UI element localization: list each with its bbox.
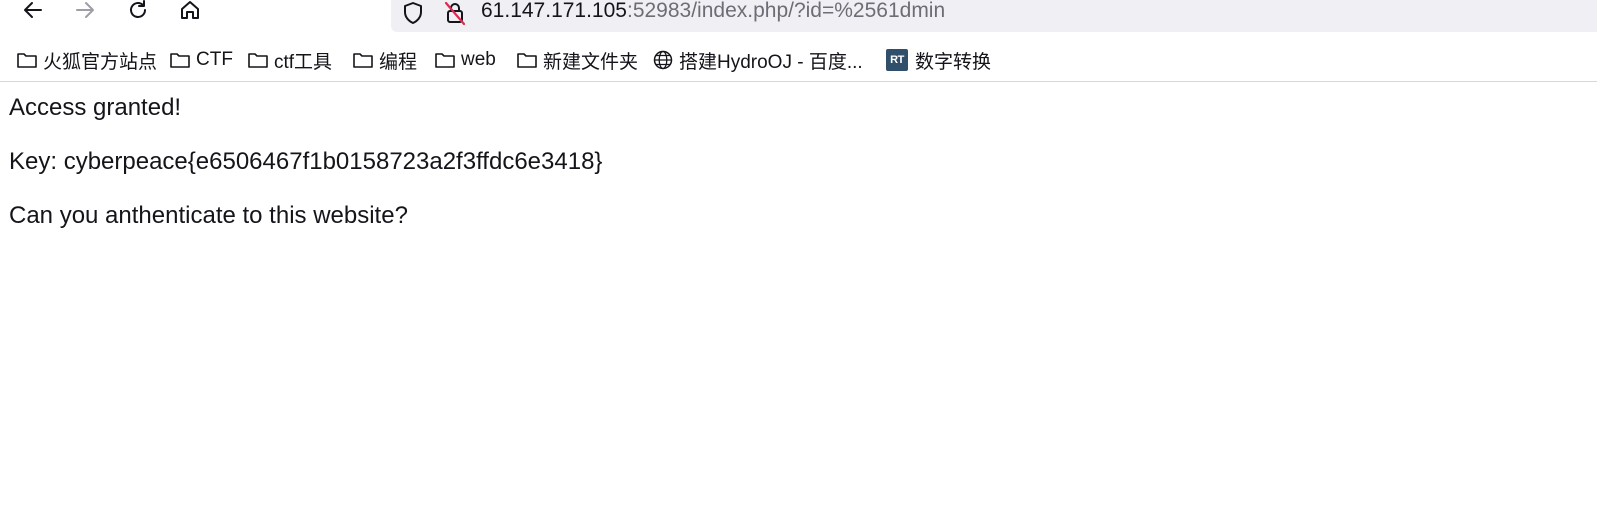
bookmark-label: web	[461, 49, 496, 70]
url-text[interactable]: 61.147.171.105:52983/index.php/?id=%2561…	[481, 0, 945, 23]
bookmark-folder-new[interactable]: 新建文件夹	[516, 47, 638, 73]
bookmark-label: CTF	[196, 49, 233, 70]
home-icon	[181, 1, 199, 19]
bookmark-folder-firefox[interactable]: 火狐官方站点	[16, 47, 157, 73]
bookmark-folder-programming[interactable]: 编程	[352, 47, 417, 73]
url-bar[interactable]: 61.147.171.105:52983/index.php/?id=%2561…	[391, 0, 1597, 32]
bookmark-label: 搭建HydroOJ - 百度...	[679, 51, 863, 73]
bookmark-folder-ctf[interactable]: CTF	[169, 47, 233, 73]
folder-icon	[435, 53, 455, 68]
bookmark-folder-ctf-tools[interactable]: ctf工具	[247, 47, 332, 73]
bookmark-label: 数字转换	[915, 51, 992, 73]
bookmark-hydrooj[interactable]: 搭建HydroOJ - 百度...	[652, 47, 863, 73]
shield-icon[interactable]	[401, 0, 425, 26]
reload-icon	[130, 0, 146, 18]
access-message: Access granted!	[9, 94, 182, 121]
folder-icon	[517, 53, 537, 68]
back-button[interactable]	[16, 0, 50, 27]
question-text: Can you anthenticate to this website?	[9, 202, 408, 229]
folder-icon	[170, 53, 190, 68]
folder-icon	[353, 53, 373, 68]
bookmark-label: ctf工具	[274, 51, 333, 73]
bookmark-label: 火狐官方站点	[43, 51, 158, 73]
browser-toolbar: 61.147.171.105:52983/index.php/?id=%2561…	[0, 0, 1597, 38]
rt-icon: RT	[886, 49, 908, 71]
bookmarks-toolbar: 火狐官方站点 CTF ctf工具 编程 web 新建文件夹 搭建HydroOJ …	[0, 38, 1597, 82]
bookmark-folder-web[interactable]: web	[434, 47, 496, 73]
bookmark-label: 编程	[379, 51, 418, 73]
url-path: :52983/index.php/?id=%2561dmin	[626, 0, 946, 22]
key-text: Key: cyberpeace{e6506467f1b0158723a2f3ff…	[9, 148, 603, 175]
url-host: 61.147.171.105	[481, 0, 627, 22]
reload-button[interactable]	[121, 0, 155, 27]
home-button[interactable]	[173, 0, 207, 27]
folder-icon	[17, 53, 37, 68]
back-icon	[24, 2, 42, 18]
forward-icon	[76, 2, 94, 18]
globe-icon	[653, 50, 673, 70]
insecure-lock-icon[interactable]	[443, 0, 467, 26]
folder-icon	[248, 53, 268, 68]
bookmark-number-convert[interactable]: RT 数字转换	[886, 47, 991, 73]
bookmark-label: 新建文件夹	[543, 51, 639, 73]
forward-button[interactable]	[68, 0, 102, 27]
